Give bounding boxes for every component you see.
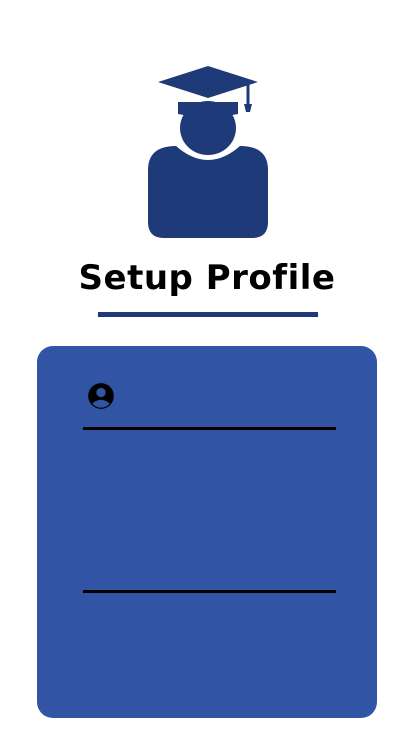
page-title: Setup Profile (78, 258, 336, 298)
account-circle-icon (88, 383, 114, 409)
name-field (83, 378, 336, 430)
name-input[interactable] (119, 386, 333, 420)
title-underline (98, 312, 318, 317)
second-field (83, 541, 336, 593)
graduate-avatar-icon (148, 66, 268, 238)
second-input[interactable] (119, 549, 333, 583)
name-field-underline (83, 427, 336, 430)
second-field-underline (83, 590, 336, 593)
profile-form-card (37, 346, 377, 718)
